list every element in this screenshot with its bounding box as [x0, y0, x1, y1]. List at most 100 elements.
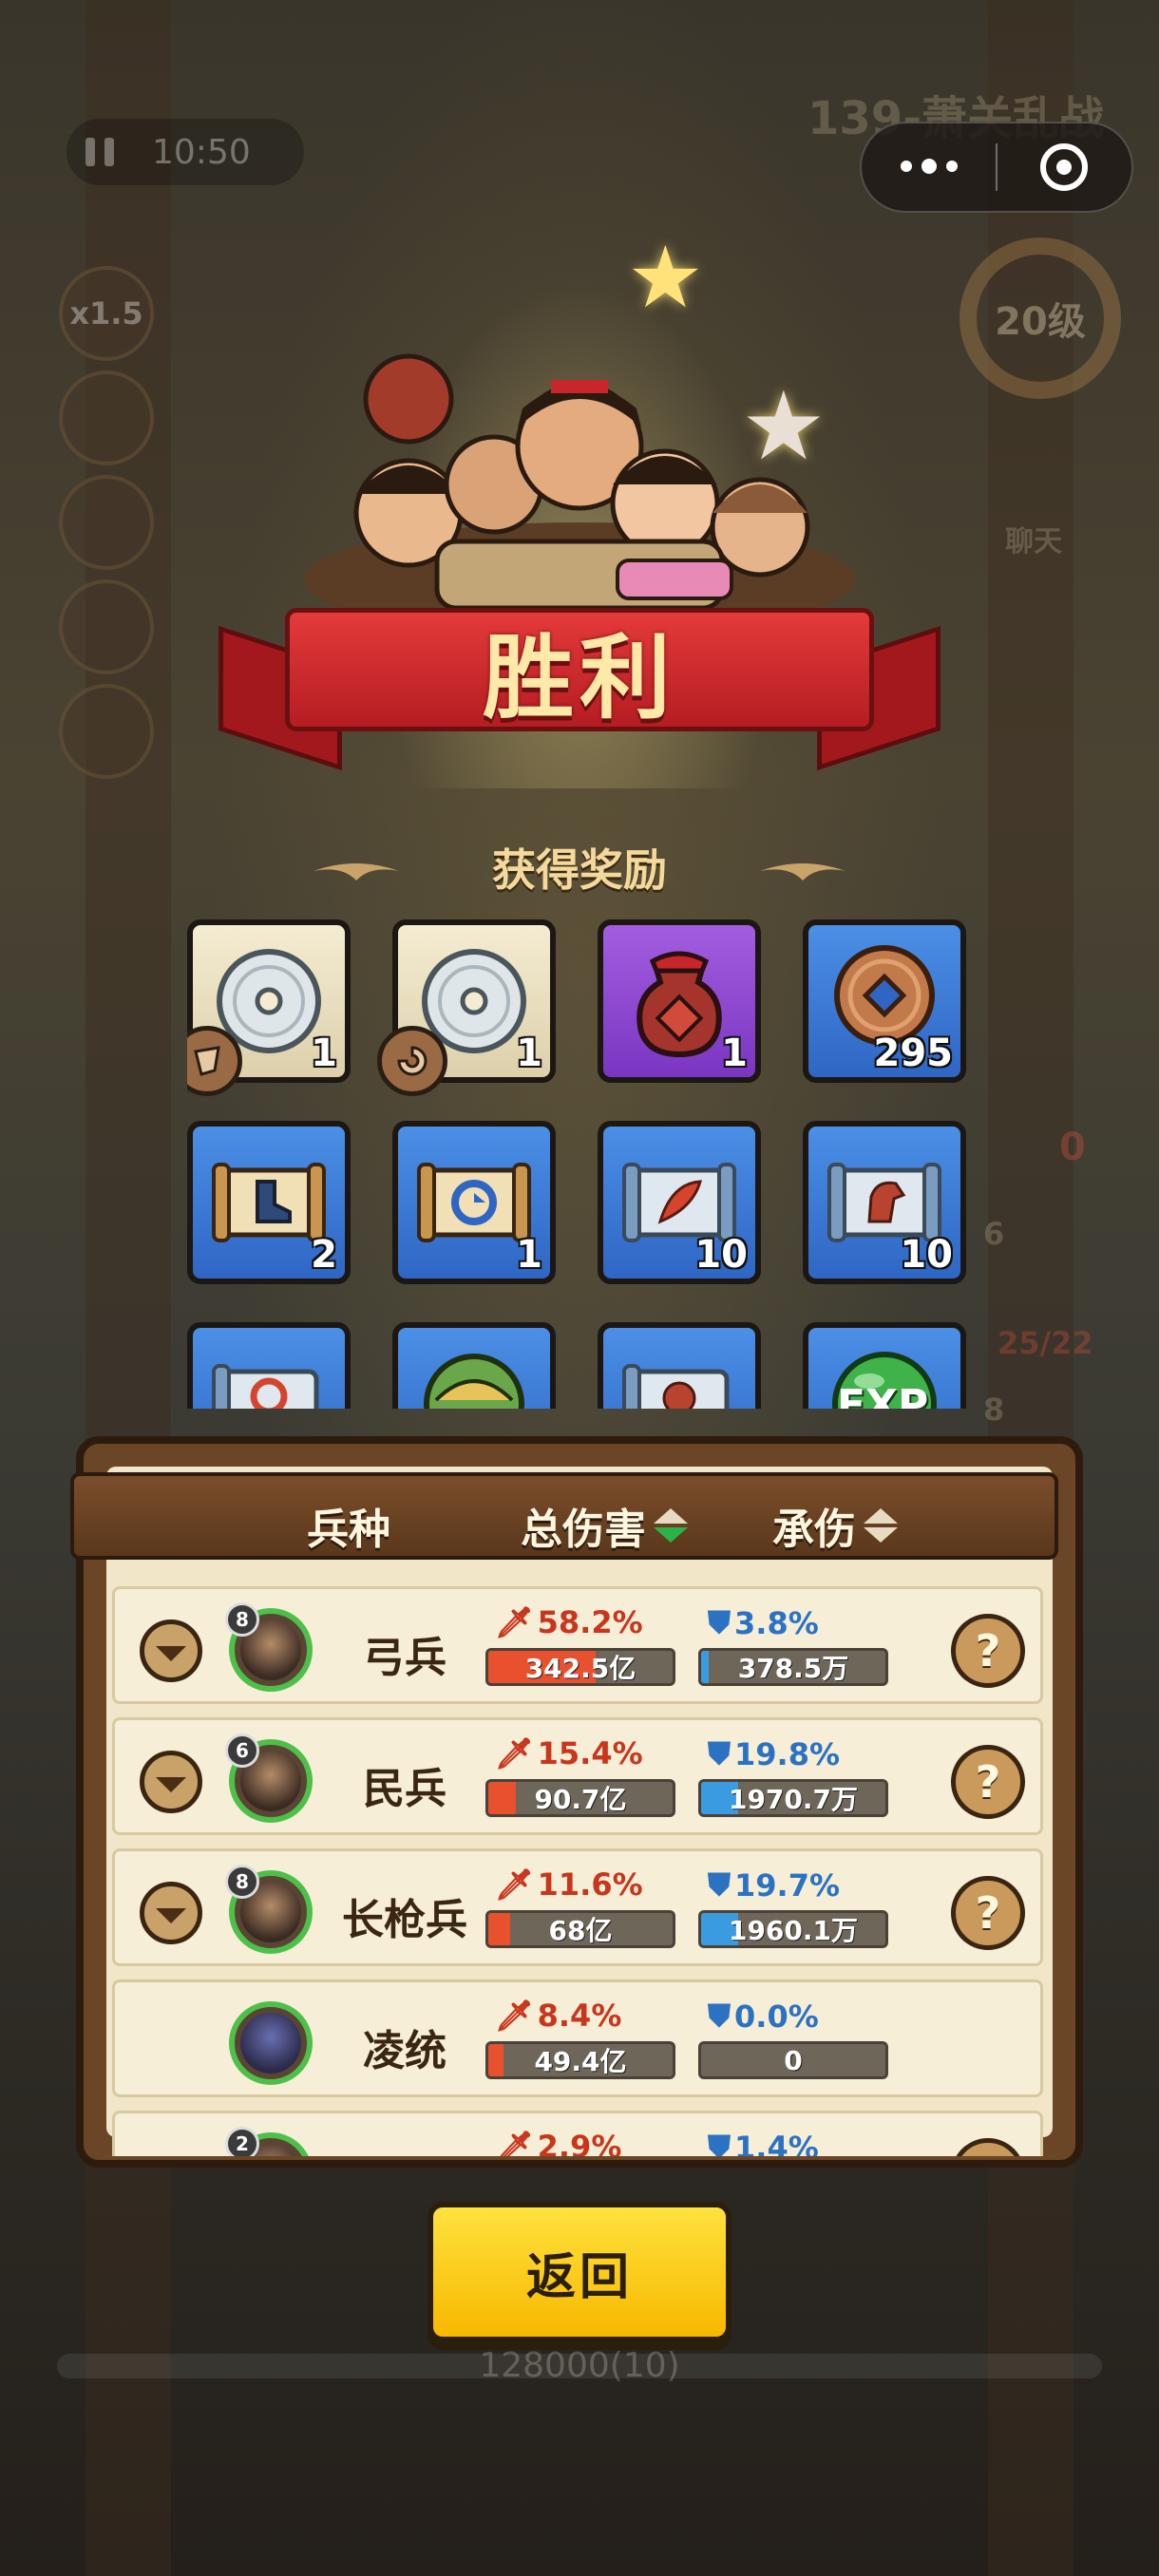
reward-count: 2 — [311, 1233, 337, 1277]
taken-bar: 378.5万 — [698, 1648, 888, 1686]
help-button[interactable]: ? — [951, 1745, 1025, 1819]
help-button[interactable]: ? — [951, 1614, 1025, 1688]
unit-name: 民兵 — [363, 1765, 446, 1813]
reward-count: 1 — [516, 1032, 542, 1075]
taken-bar: 1960.1万 — [698, 1910, 888, 1948]
damage-bar: 342.5亿 — [485, 1648, 675, 1686]
unit-avatar: 2 — [225, 2127, 313, 2156]
hero-slot-button[interactable] — [59, 684, 154, 779]
shield-icon: ⛊ — [708, 1604, 732, 1640]
battle-timer[interactable]: 10:50 — [66, 119, 304, 185]
pause-icon[interactable] — [66, 119, 133, 185]
sort-icon[interactable] — [864, 1508, 898, 1543]
ornament-right — [760, 863, 846, 881]
sword-icon: 🗡 — [495, 1735, 534, 1771]
reward-item[interactable]: EXP — [803, 1322, 966, 1409]
level-label: 20级 — [995, 300, 1086, 344]
reward-item[interactable]: 295 — [803, 919, 966, 1083]
star-icon: ★ — [627, 228, 704, 328]
unit-level: 8 — [225, 1602, 259, 1637]
reward-item[interactable] — [392, 1322, 556, 1409]
bg-number: 6 — [983, 1216, 1005, 1252]
reward-item[interactable]: 2 — [187, 1121, 351, 1284]
victory-title: 胜利 — [483, 624, 676, 731]
taken-bar: 0 — [698, 2041, 888, 2079]
damage-percent: 🗡 15.4% — [495, 1735, 643, 1771]
shield-icon: ⛊ — [708, 1735, 732, 1771]
shield-icon: ⛊ — [708, 1998, 732, 2034]
chevron-down-icon — [156, 1646, 186, 1661]
sword-icon: 🗡 — [495, 1998, 534, 2034]
table-row: 8 弓兵 🗡 58.2% 342.5亿 ⛊ 3.8% 378.5万 ? — [112, 1586, 1043, 1704]
damage-bar: 68亿 — [485, 1910, 675, 1948]
taken-bar: 1970.7万 — [698, 1779, 888, 1817]
taken-percent: ⛊ 1.4% — [708, 2129, 819, 2156]
battle-stats-panel: 兵种 总伤害 承伤 8 弓兵 🗡 58.2% 342.5亿 ⛊ 3.8% 378.5… — [70, 1436, 1083, 2168]
table-row: 8 长枪兵 🗡 11.6% 68亿 ⛊ 19.7% 1960.1万 ? — [112, 1848, 1043, 1966]
exp-label: EXP — [837, 1381, 929, 1409]
celebrating-heroes-illustration — [304, 353, 855, 627]
shield-icon: ⛊ — [708, 2129, 732, 2156]
bg-counter: 25/22 — [998, 1325, 1093, 1361]
reward-count: 10 — [694, 1233, 748, 1277]
expand-button[interactable] — [140, 1751, 202, 1813]
hero-slot-button[interactable] — [59, 370, 154, 465]
unit-column-header: 兵种 — [307, 1506, 390, 1554]
taken-column-header[interactable]: 承伤 — [772, 1495, 898, 1556]
close-miniprogram-icon[interactable] — [998, 143, 1131, 191]
stats-rows: 8 弓兵 🗡 58.2% 342.5亿 ⛊ 3.8% 378.5万 ? 6 民兵 🗡… — [112, 1586, 1043, 2156]
reward-heading: 获得奖励 — [492, 844, 667, 896]
reward-item[interactable]: 10 — [598, 1121, 761, 1284]
unit-level: 2 — [225, 2127, 259, 2156]
more-menu-icon[interactable] — [862, 159, 996, 174]
damage-column-header[interactable]: 总伤害 — [521, 1495, 688, 1556]
reward-item[interactable]: 1 — [377, 919, 556, 1096]
reward-item[interactable]: 10 — [803, 1121, 966, 1284]
table-row: 2 🗡2.9% ⛊1.4% ? — [112, 2111, 1043, 2156]
chat-label: 聊天 — [1005, 525, 1062, 559]
reward-item[interactable]: 1 — [187, 919, 351, 1096]
unit-avatar: 6 — [225, 1733, 313, 1823]
damage-percent: 🗡 11.6% — [495, 1866, 643, 1903]
back-button[interactable]: 返回 — [428, 2202, 732, 2342]
chevron-down-icon — [156, 1777, 186, 1792]
reward-count: 10 — [900, 1233, 953, 1277]
damage-bar: 49.4亿 — [485, 2041, 675, 2079]
speed-button[interactable]: x1.5 — [59, 266, 154, 361]
reward-count: 1 — [721, 1032, 748, 1075]
taken-percent: ⛊ 19.8% — [708, 1735, 841, 1772]
reward-item[interactable]: 1 — [598, 919, 761, 1083]
reward-item[interactable] — [187, 1322, 351, 1409]
chevron-down-icon — [156, 1908, 186, 1923]
reward-grid: 1 1 1 295 2 1 10 10 EXP — [187, 919, 972, 1409]
reward-item[interactable]: 1 — [392, 1121, 556, 1284]
unit-name: 弓兵 — [363, 1634, 446, 1682]
red-scroll-icon — [212, 1364, 319, 1409]
bg-number: 8 — [983, 1392, 1005, 1428]
taken-percent: ⛊ 0.0% — [708, 1998, 819, 2035]
sword-icon: 🗡 — [495, 2129, 534, 2156]
victory-banner: ★ ★ 胜利 — [209, 218, 950, 798]
unit-avatar: 8 — [225, 1865, 313, 1954]
hero-avatar — [229, 2001, 313, 2085]
unit-name: 长枪兵 — [342, 1896, 467, 1944]
help-button[interactable]: ? — [951, 2138, 1025, 2156]
table-row: 凌统 🗡 8.4% 49.4亿 ⛊ 0.0% 0 — [112, 1979, 1043, 2097]
help-button[interactable]: ? — [951, 1876, 1025, 1950]
lock-slot-button[interactable] — [59, 579, 154, 674]
damage-percent: 🗡 58.2% — [495, 1604, 643, 1640]
expand-button[interactable] — [140, 1619, 202, 1682]
level-ring: 20级 — [960, 237, 1121, 399]
damage-percent: 🗡 2.9% — [495, 2129, 621, 2156]
expand-button[interactable] — [140, 1882, 202, 1944]
taken-percent: ⛊ 19.7% — [708, 1866, 841, 1904]
unit-avatar: 8 — [225, 1602, 313, 1692]
timer-text: 10:50 — [152, 132, 251, 172]
reward-item[interactable] — [598, 1322, 761, 1409]
reward-count: 295 — [873, 1032, 954, 1075]
hero-slot-button[interactable] — [59, 475, 154, 570]
victory-ribbon: 胜利 — [209, 608, 950, 771]
swirl-badge-icon — [377, 1026, 447, 1096]
reward-count: 1 — [516, 1233, 542, 1277]
sort-icon[interactable] — [654, 1508, 688, 1543]
